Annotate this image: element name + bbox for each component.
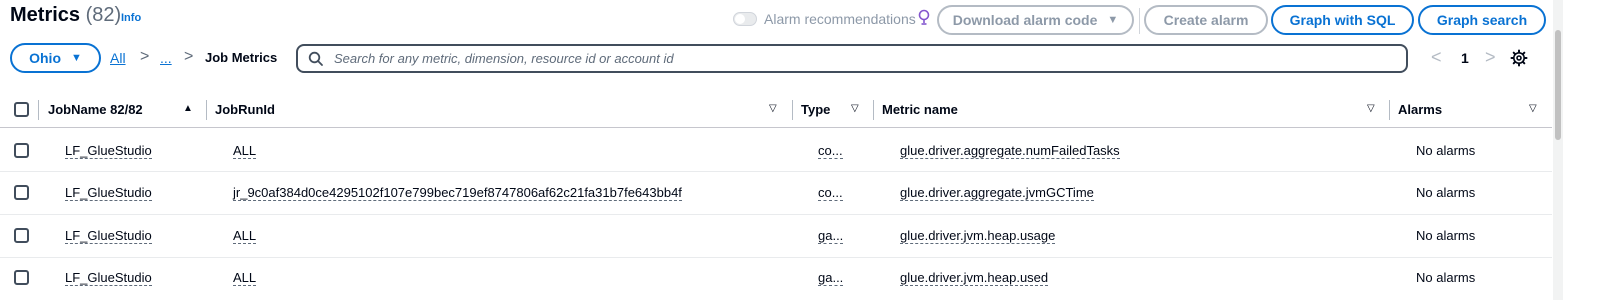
- alarm-recommendations-toggle[interactable]: [733, 12, 757, 26]
- download-alarm-code-button[interactable]: Download alarm code ▼: [937, 5, 1134, 35]
- caret-down-icon: ▼: [71, 52, 82, 64]
- cell-jobrunid[interactable]: jr_9c0af384d0ce4295102f107e799bec719ef87…: [233, 185, 682, 201]
- cell-jobname[interactable]: LF_GlueStudio: [65, 185, 152, 201]
- page-title: Metrics (82): [10, 4, 121, 27]
- sort-asc-icon[interactable]: ▲: [183, 103, 193, 114]
- cell-jobname[interactable]: LF_GlueStudio: [65, 270, 152, 286]
- metric-count: (82): [85, 4, 122, 26]
- column-header-alarms[interactable]: Alarms: [1398, 102, 1442, 117]
- search-icon: [308, 51, 324, 67]
- cell-jobname[interactable]: LF_GlueStudio: [65, 228, 152, 244]
- page-number[interactable]: 1: [1461, 50, 1469, 66]
- chevron-left-icon[interactable]: <: [1431, 47, 1442, 68]
- row-checkbox[interactable]: [14, 143, 29, 158]
- filter-icon[interactable]: ▽: [769, 103, 777, 114]
- graph-with-sql-button[interactable]: Graph with SQL: [1271, 5, 1414, 35]
- cell-type[interactable]: co...: [818, 185, 843, 201]
- header-divider: [0, 127, 1552, 128]
- cell-metric-name[interactable]: glue.driver.aggregate.jvmGCTime: [900, 185, 1094, 201]
- row-divider: [0, 214, 1552, 215]
- cell-alarms: No alarms: [1416, 228, 1476, 243]
- cell-alarms: No alarms: [1416, 270, 1476, 285]
- download-alarm-code-label: Download alarm code: [952, 12, 1098, 28]
- column-divider: [792, 100, 793, 120]
- alarm-recommendations-label: Alarm recommendations: [764, 11, 916, 27]
- row-divider: [0, 171, 1552, 172]
- column-header-jobname[interactable]: JobName 82/82: [48, 102, 143, 117]
- info-link[interactable]: Info: [121, 12, 141, 24]
- column-divider: [1389, 100, 1390, 120]
- row-divider: [0, 257, 1552, 258]
- cell-metric-name[interactable]: glue.driver.jvm.heap.used: [900, 270, 1049, 286]
- caret-down-icon: ▼: [1107, 14, 1119, 26]
- cell-alarms: No alarms: [1416, 185, 1476, 200]
- region-selector[interactable]: Ohio ▼: [10, 43, 101, 73]
- filter-icon[interactable]: ▽: [1367, 103, 1375, 114]
- cell-jobrunid[interactable]: ALL: [233, 143, 257, 159]
- chevron-right-icon: >: [140, 48, 150, 65]
- chevron-right-icon: >: [184, 48, 194, 65]
- filter-icon[interactable]: ▽: [851, 103, 859, 114]
- lightbulb-icon[interactable]: [918, 9, 930, 27]
- gear-icon[interactable]: [1510, 49, 1528, 67]
- cell-alarms: No alarms: [1416, 143, 1476, 158]
- toggle-knob: [735, 14, 745, 24]
- row-checkbox[interactable]: [14, 185, 29, 200]
- breadcrumb-all[interactable]: All: [110, 50, 126, 66]
- cell-type[interactable]: ga...: [818, 228, 844, 244]
- graph-search-button[interactable]: Graph search: [1418, 5, 1546, 35]
- filter-icon[interactable]: ▽: [1529, 103, 1537, 114]
- toolbar-divider: [1139, 8, 1140, 34]
- graph-search-label: Graph search: [1436, 12, 1528, 28]
- cell-type[interactable]: ga...: [818, 270, 844, 286]
- cell-type[interactable]: co...: [818, 143, 843, 159]
- search-box[interactable]: [296, 44, 1408, 73]
- column-header-jobrunid[interactable]: JobRunId: [215, 102, 275, 117]
- column-header-type[interactable]: Type: [801, 102, 830, 117]
- graph-with-sql-label: Graph with SQL: [1289, 12, 1396, 28]
- create-alarm-label: Create alarm: [1163, 12, 1249, 28]
- cell-metric-name[interactable]: glue.driver.jvm.heap.usage: [900, 228, 1056, 244]
- cell-jobname[interactable]: LF_GlueStudio: [65, 143, 152, 159]
- cell-metric-name[interactable]: glue.driver.aggregate.numFailedTasks: [900, 143, 1120, 159]
- column-divider: [873, 100, 874, 120]
- chevron-right-icon[interactable]: >: [1485, 47, 1496, 68]
- row-checkbox[interactable]: [14, 228, 29, 243]
- breadcrumb-current: Job Metrics: [205, 50, 278, 65]
- create-alarm-button[interactable]: Create alarm: [1144, 5, 1268, 35]
- column-header-metric-name[interactable]: Metric name: [882, 102, 958, 117]
- cell-jobrunid[interactable]: ALL: [233, 228, 257, 244]
- region-label: Ohio: [29, 50, 61, 66]
- cell-jobrunid[interactable]: ALL: [233, 270, 257, 286]
- select-all-checkbox[interactable]: [14, 102, 29, 117]
- scrollbar-thumb[interactable]: [1555, 30, 1561, 140]
- page-title-text: Metrics: [10, 4, 81, 26]
- column-divider: [206, 100, 207, 120]
- row-checkbox[interactable]: [14, 270, 29, 285]
- search-input[interactable]: [332, 50, 1406, 67]
- column-divider: [38, 100, 39, 120]
- breadcrumb-ellipsis[interactable]: ...: [160, 50, 172, 66]
